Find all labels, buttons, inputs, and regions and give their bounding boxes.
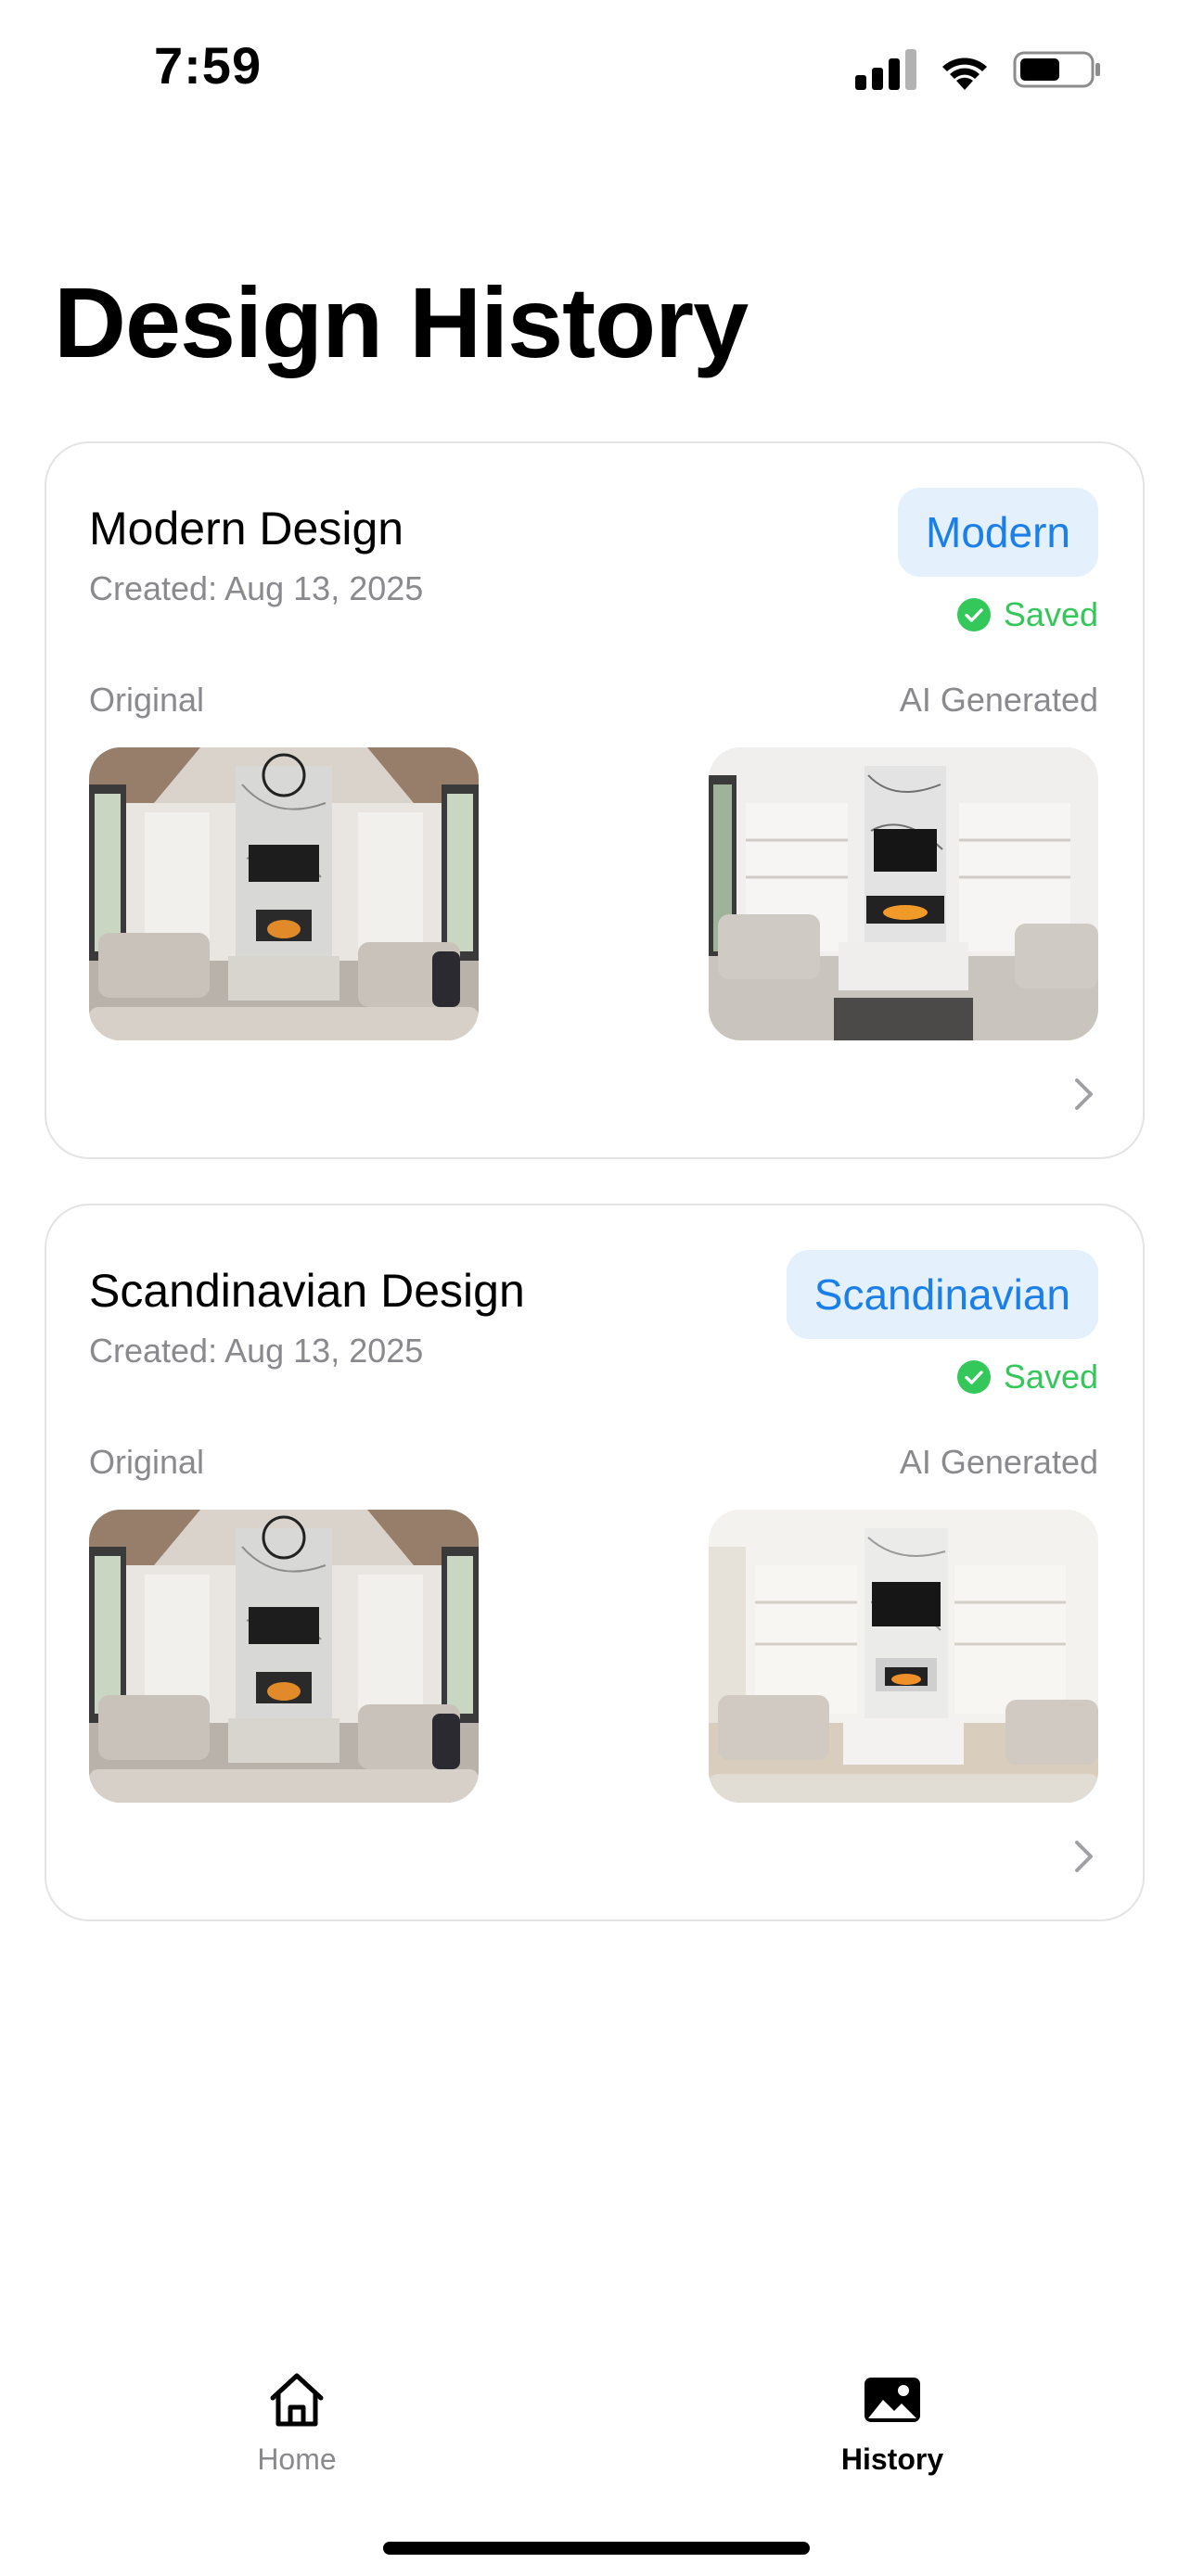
cellular-signal-icon xyxy=(855,49,916,90)
chevron-right-icon[interactable] xyxy=(1072,1838,1096,1875)
style-badge: Scandinavian xyxy=(786,1250,1098,1339)
chevron-right-icon[interactable] xyxy=(1072,1076,1096,1113)
tab-history-label: History xyxy=(840,2442,944,2476)
ai-generated-photo[interactable] xyxy=(709,1510,1098,1803)
page-title: Design History xyxy=(54,266,749,378)
created-date: Created: Aug 13, 2025 xyxy=(89,569,424,607)
checkmark-circle-icon xyxy=(956,598,991,631)
photo-icon xyxy=(864,2378,920,2422)
original-photo[interactable] xyxy=(89,747,479,1040)
saved-label: Saved xyxy=(1003,1358,1098,1396)
wifi-icon xyxy=(942,57,987,90)
design-card-scandinavian[interactable]: Scandinavian Design Created: Aug 13, 202… xyxy=(45,1204,1145,1921)
status-icons xyxy=(855,45,1102,95)
tab-home[interactable]: Home xyxy=(186,2368,408,2507)
status-time: 7:59 xyxy=(154,36,263,95)
battery-icon xyxy=(1013,51,1100,88)
design-title: Scandinavian Design xyxy=(89,1265,525,1317)
created-date: Created: Aug 13, 2025 xyxy=(89,1332,424,1370)
tab-history[interactable]: History xyxy=(781,2368,1004,2507)
home-indicator xyxy=(383,2542,810,2555)
saved-label: Saved xyxy=(1003,595,1098,633)
original-photo[interactable] xyxy=(89,1510,479,1803)
saved-status: Saved xyxy=(956,1358,1098,1396)
status-bar: 7:59 xyxy=(0,0,1191,139)
tab-home-label: Home xyxy=(257,2442,337,2476)
ai-generated-label: AI Generated xyxy=(899,1443,1098,1481)
ai-generated-photo[interactable] xyxy=(709,747,1098,1040)
design-card-modern[interactable]: Modern Design Created: Aug 13, 2025 Mode… xyxy=(45,441,1145,1159)
saved-status: Saved xyxy=(956,595,1098,634)
design-title: Modern Design xyxy=(89,503,404,555)
original-label: Original xyxy=(89,1443,205,1481)
style-badge: Modern xyxy=(898,488,1098,577)
checkmark-circle-icon xyxy=(956,1360,991,1394)
ai-generated-label: AI Generated xyxy=(899,681,1098,719)
house-icon xyxy=(270,2373,324,2427)
original-label: Original xyxy=(89,681,205,719)
